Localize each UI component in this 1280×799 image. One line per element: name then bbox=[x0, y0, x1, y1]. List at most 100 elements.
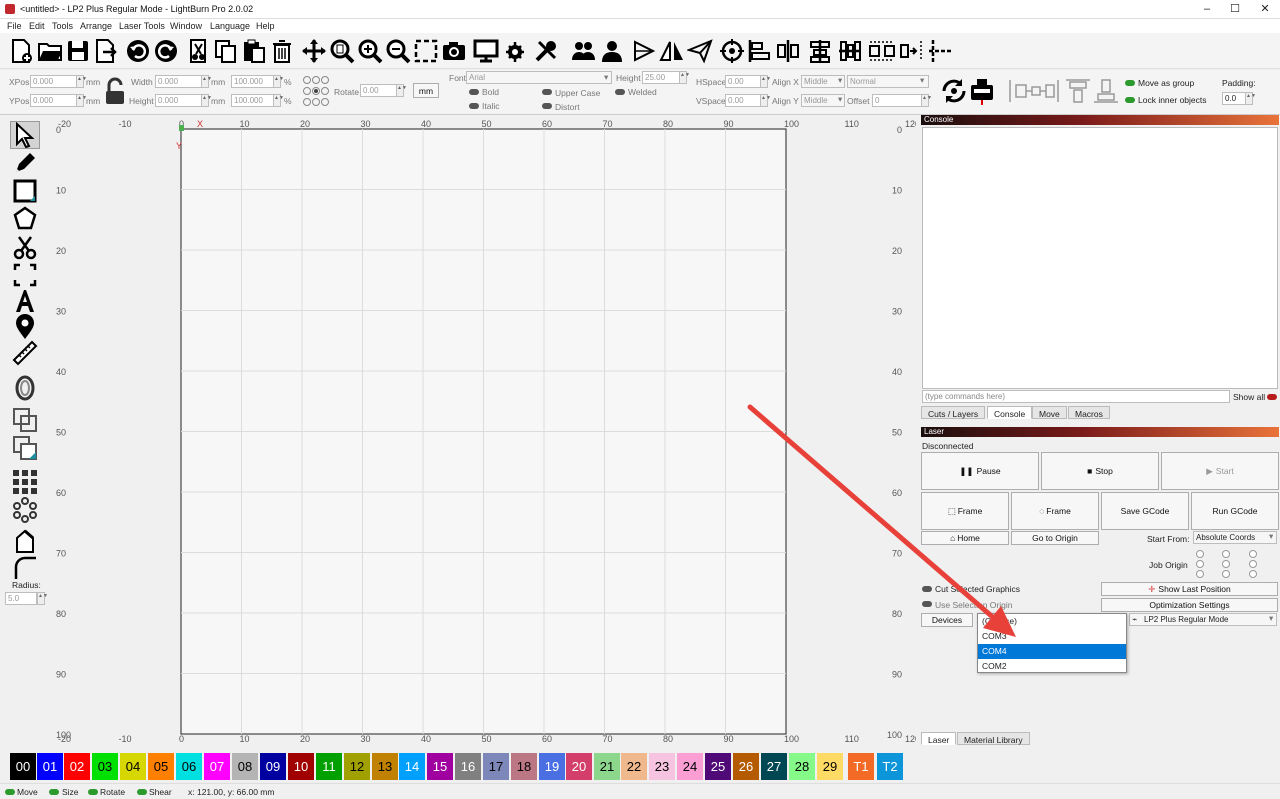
align-center-icon[interactable] bbox=[774, 36, 802, 66]
mirror-icon[interactable] bbox=[658, 36, 686, 66]
port-option-com2[interactable]: COM2 bbox=[978, 659, 1126, 674]
run-gcode-button[interactable]: Run GCode bbox=[1191, 492, 1279, 530]
layer-swatch-23[interactable]: 23 bbox=[649, 753, 675, 780]
optimization-settings-button[interactable]: Optimization Settings bbox=[1101, 598, 1278, 612]
new-file-icon[interactable] bbox=[7, 36, 35, 66]
radius-input[interactable]: 5.0 bbox=[5, 592, 37, 605]
italic-toggle[interactable] bbox=[469, 103, 479, 109]
width-percent-spinner[interactable]: ▲▼ bbox=[273, 75, 284, 88]
layer-swatch-t1[interactable]: T1 bbox=[848, 753, 874, 780]
menu-language[interactable]: Language bbox=[210, 21, 250, 31]
device-chevron-icon[interactable]: ▾ bbox=[1269, 613, 1273, 624]
dock-layout-icon[interactable] bbox=[1006, 76, 1062, 106]
shear-mode-toggle[interactable] bbox=[137, 789, 147, 795]
hspace-input[interactable]: 0.00 bbox=[725, 75, 761, 88]
menu-window[interactable]: Window bbox=[170, 21, 202, 31]
unit-toggle-button[interactable]: mm bbox=[413, 83, 439, 98]
corner-radius-icon[interactable] bbox=[10, 554, 40, 582]
menu-tools[interactable]: Tools bbox=[52, 21, 73, 31]
circular-array-icon[interactable] bbox=[10, 496, 40, 524]
menu-file[interactable]: File bbox=[7, 21, 22, 31]
port-dropdown[interactable]: (Choose) COM3 COM4 COM2 bbox=[977, 613, 1127, 673]
offset-input[interactable]: 0 bbox=[872, 94, 922, 107]
device-select[interactable]: LP2 Plus Regular Mode bbox=[1129, 613, 1277, 626]
pencil-tool-icon[interactable] bbox=[10, 149, 40, 177]
zoom-selection-icon[interactable] bbox=[412, 36, 440, 66]
layer-swatch-11[interactable]: 11 bbox=[316, 753, 342, 780]
layer-swatch-00[interactable]: 00 bbox=[10, 753, 36, 780]
upper-case-toggle[interactable] bbox=[542, 89, 552, 95]
align-left-icon[interactable] bbox=[746, 36, 774, 66]
rotate-mode-toggle[interactable] bbox=[88, 789, 98, 795]
start-from-chevron-icon[interactable]: ▾ bbox=[1269, 531, 1273, 542]
font-height-input[interactable]: 25.00 bbox=[642, 71, 680, 84]
distribute-icon[interactable] bbox=[806, 36, 834, 66]
width-percent-input[interactable]: 100.000 bbox=[231, 75, 275, 88]
start-from-select[interactable]: Absolute Coords bbox=[1193, 531, 1277, 544]
menu-edit[interactable]: Edit bbox=[29, 21, 45, 31]
copy-icon[interactable] bbox=[212, 36, 240, 66]
workspace-canvas[interactable]: -20-100102030405060708090100110120 -20-1… bbox=[50, 115, 916, 750]
minimize-button[interactable]: – bbox=[1194, 2, 1220, 17]
cut-icon[interactable] bbox=[184, 36, 212, 66]
home-button[interactable]: ⌂ Home bbox=[921, 531, 1009, 545]
monitor-icon[interactable] bbox=[472, 36, 500, 66]
layer-swatch-27[interactable]: 27 bbox=[761, 753, 787, 780]
text-mode-select[interactable]: Normal bbox=[847, 75, 929, 88]
rotate-input[interactable]: 0.00 bbox=[360, 84, 398, 97]
ypos-input[interactable]: 0.000 bbox=[30, 94, 78, 107]
cut-selected-toggle[interactable] bbox=[922, 586, 932, 592]
layer-swatch-08[interactable]: 08 bbox=[232, 753, 258, 780]
vspace-input[interactable]: 0.00 bbox=[725, 94, 761, 107]
layer-swatch-14[interactable]: 14 bbox=[399, 753, 425, 780]
show-last-position-button[interactable]: ✛ Show Last Position bbox=[1101, 582, 1278, 596]
layer-swatch-06[interactable]: 06 bbox=[176, 753, 202, 780]
show-all-toggle[interactable] bbox=[1267, 394, 1277, 400]
layer-swatch-24[interactable]: 24 bbox=[677, 753, 703, 780]
port-option-com4[interactable]: COM4 bbox=[978, 644, 1126, 659]
radius-spinner[interactable]: ▲▼ bbox=[37, 592, 48, 605]
lock-ratio-icon[interactable] bbox=[104, 77, 126, 105]
layer-swatch-03[interactable]: 03 bbox=[92, 753, 118, 780]
rotate-spinner[interactable]: ▲▼ bbox=[396, 84, 407, 97]
pause-button[interactable]: ❚❚ Pause bbox=[921, 452, 1039, 490]
start-button[interactable]: ▶ Start bbox=[1161, 452, 1279, 490]
layer-swatch-09[interactable]: 09 bbox=[260, 753, 286, 780]
ypos-spinner[interactable]: ▲▼ bbox=[76, 94, 87, 107]
port-option-choose[interactable]: (Choose) bbox=[978, 614, 1126, 629]
font-height-spinner[interactable]: ▲▼ bbox=[679, 71, 690, 84]
size-mode-toggle[interactable] bbox=[49, 789, 59, 795]
devices-button[interactable]: Devices bbox=[921, 613, 973, 627]
menu-arrange[interactable]: Arrange bbox=[80, 21, 112, 31]
layer-swatch-28[interactable]: 28 bbox=[789, 753, 815, 780]
font-dropdown-chevron-icon[interactable]: ▾ bbox=[604, 72, 608, 83]
layer-swatch-02[interactable]: 02 bbox=[64, 753, 90, 780]
lock-inner-toggle[interactable] bbox=[1125, 97, 1135, 103]
frame-tool-icon[interactable] bbox=[10, 261, 40, 289]
port-option-com3[interactable]: COM3 bbox=[978, 629, 1126, 644]
tab-laser[interactable]: Laser bbox=[921, 732, 957, 745]
align-bars-icon[interactable] bbox=[836, 36, 864, 66]
tools-wrench-icon[interactable] bbox=[532, 36, 560, 66]
width-input[interactable]: 0.000 bbox=[155, 75, 203, 88]
stop-button[interactable]: ■ Stop bbox=[1041, 452, 1159, 490]
undo-icon[interactable] bbox=[124, 36, 152, 66]
padding-input[interactable]: 0.0 bbox=[1222, 92, 1246, 105]
settings-gear-icon[interactable] bbox=[504, 36, 532, 66]
go-to-origin-button[interactable]: Go to Origin bbox=[1011, 531, 1099, 545]
layer-swatch-15[interactable]: 15 bbox=[427, 753, 453, 780]
frame-rect-button[interactable]: ⬚ Frame bbox=[921, 492, 1009, 530]
text-tool-icon[interactable] bbox=[10, 287, 40, 315]
height-spinner[interactable]: ▲▼ bbox=[201, 94, 212, 107]
font-select[interactable]: Arial bbox=[466, 71, 612, 84]
boolean-tool-icon[interactable] bbox=[10, 434, 40, 462]
export-icon[interactable] bbox=[92, 36, 120, 66]
align-y-chevron-icon[interactable]: ▾ bbox=[838, 94, 842, 105]
align-top-icon[interactable] bbox=[1064, 76, 1092, 106]
tab-macros[interactable]: Macros bbox=[1068, 406, 1110, 419]
bold-toggle[interactable] bbox=[469, 89, 479, 95]
select-tool-icon[interactable] bbox=[10, 121, 40, 149]
target-icon[interactable] bbox=[718, 36, 746, 66]
move-icon[interactable] bbox=[300, 36, 328, 66]
group-icon[interactable] bbox=[570, 36, 598, 66]
